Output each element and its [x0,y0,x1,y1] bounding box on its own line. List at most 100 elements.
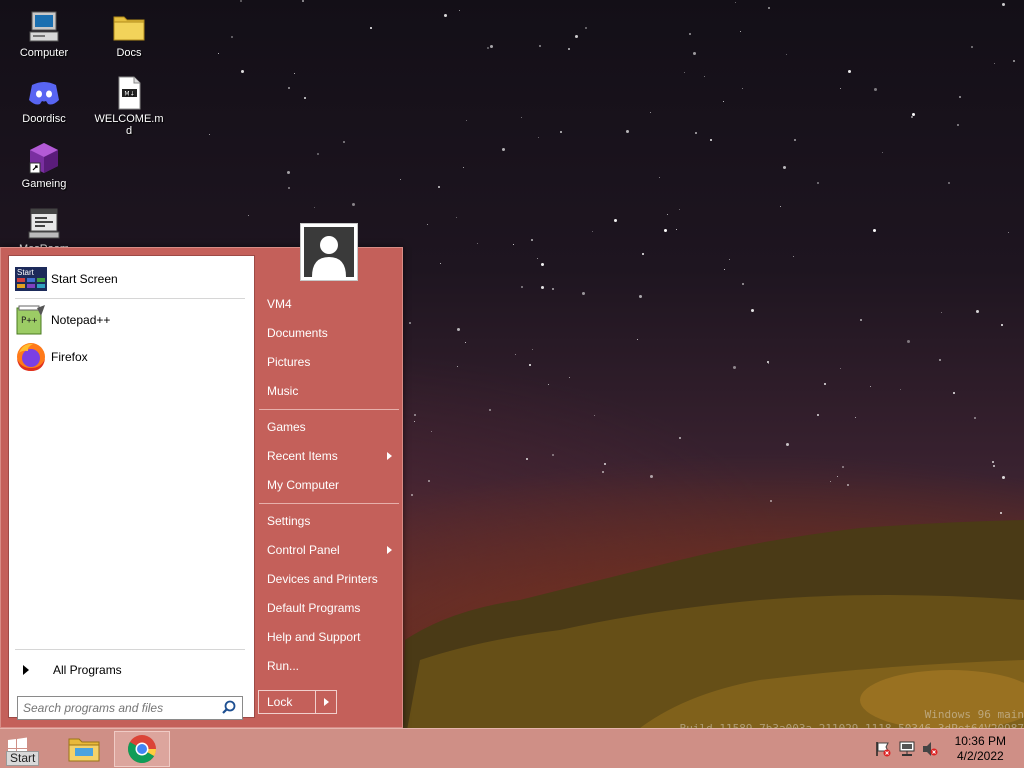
star [992,464,995,467]
star [860,319,863,322]
taskbar: Start 10:36 PM 4/2/2022 [0,728,1024,768]
star [692,51,696,55]
chrome-icon [128,735,156,763]
search-input[interactable] [18,698,220,718]
star [1000,511,1003,514]
menu-item-label: Games [267,420,306,434]
discord-icon [27,76,61,110]
menu-item-pictures[interactable]: Pictures [259,349,399,375]
search-icon[interactable] [220,699,238,717]
star [569,377,571,379]
menu-item-default-programs[interactable]: Default Programs [259,595,399,621]
star [351,202,355,206]
start-menu: Start Start Screen P++ Notepad++ Firefox… [0,223,403,728]
star [463,166,465,168]
star [947,181,950,184]
star [584,27,587,30]
star [899,388,901,390]
star [1007,231,1009,233]
clock[interactable]: 10:36 PM 4/2/2022 [955,734,1006,764]
star [768,6,771,9]
star [723,100,725,102]
star [641,253,644,256]
star [959,96,962,99]
svg-text:Start: Start [17,268,35,277]
desktop-icon-doordisc[interactable]: Doordisc [8,76,80,125]
taskbar-file-explorer[interactable] [56,731,112,767]
star [567,48,570,51]
star [768,362,770,364]
star [488,408,491,411]
pinned-item-notepad-plus-plus[interactable]: P++ Notepad++ [15,303,245,337]
power-options-button[interactable] [315,690,337,714]
desktop-icon-welcome-md[interactable]: M↓ WELCOME.md [93,76,165,137]
star [911,116,914,119]
star [287,87,290,90]
menu-item-settings[interactable]: Settings [259,508,399,534]
menu-item-label: Run... [267,659,300,673]
start-button[interactable]: Start [2,732,60,766]
menu-item-music[interactable]: Music [259,378,399,404]
star [438,185,441,188]
star [780,206,782,208]
menu-item-help-and-support[interactable]: Help and Support [259,624,399,650]
user-avatar[interactable] [300,223,358,281]
star [456,365,458,367]
star [837,475,839,477]
star [907,340,911,344]
menu-item-control-panel[interactable]: Control Panel [259,537,399,563]
taskbar-chrome[interactable] [114,731,170,767]
search-field[interactable] [17,696,243,720]
desktop-icon-docs[interactable]: Docs [93,10,165,59]
star [552,453,555,456]
volume-muted-icon[interactable] [921,741,939,757]
user-silhouette-icon [304,227,354,277]
star [847,69,851,73]
star [940,311,942,313]
lock-button[interactable]: Lock [258,690,316,714]
star [520,286,523,289]
desktop-icon-computer[interactable]: Computer [8,10,80,59]
menu-item-vm4[interactable]: VM4 [259,291,399,317]
pinned-item-start-screen[interactable]: Start Start Screen [15,262,245,296]
star [683,71,685,73]
cube-shortcut-icon [27,141,61,175]
star [501,147,505,151]
menu-item-label: Settings [267,514,311,528]
pinned-item-label: Notepad++ [51,313,111,327]
menu-item-run[interactable]: Run... [259,653,399,679]
star [411,494,414,497]
notepad-plus-plus-icon: P++ [15,304,47,336]
star [439,262,441,264]
star [704,76,706,78]
star [783,166,787,170]
star [541,263,545,267]
start-screen-icon: Start [15,263,47,295]
menu-item-devices-and-printers[interactable]: Devices and Printers [259,566,399,592]
submenu-arrow-icon [387,546,392,554]
svg-text:P++: P++ [21,316,38,326]
menu-item-label: VM4 [267,297,292,311]
star [314,206,316,208]
flag-warning-icon[interactable] [874,741,892,757]
menu-item-documents[interactable]: Documents [259,320,399,346]
desktop-icon-gameing[interactable]: Gameing [8,141,80,190]
star [614,219,618,223]
menu-item-label: Pictures [267,355,311,369]
pinned-item-firefox[interactable]: Firefox [15,340,245,374]
svg-text:M↓: M↓ [124,91,134,98]
star [786,53,788,55]
star [409,322,412,325]
star [520,116,522,118]
clock-date: 4/2/2022 [956,749,1004,763]
menu-item-my-computer[interactable]: My Computer [259,472,399,498]
star [816,182,819,185]
star [304,96,307,99]
star [240,0,243,3]
menu-item-games[interactable]: Games [259,414,399,440]
star [750,309,754,313]
all-programs-button[interactable]: All Programs [15,655,245,685]
menu-item-recent-items[interactable]: Recent Items [259,443,399,469]
star [742,87,744,89]
network-icon[interactable] [898,741,916,757]
